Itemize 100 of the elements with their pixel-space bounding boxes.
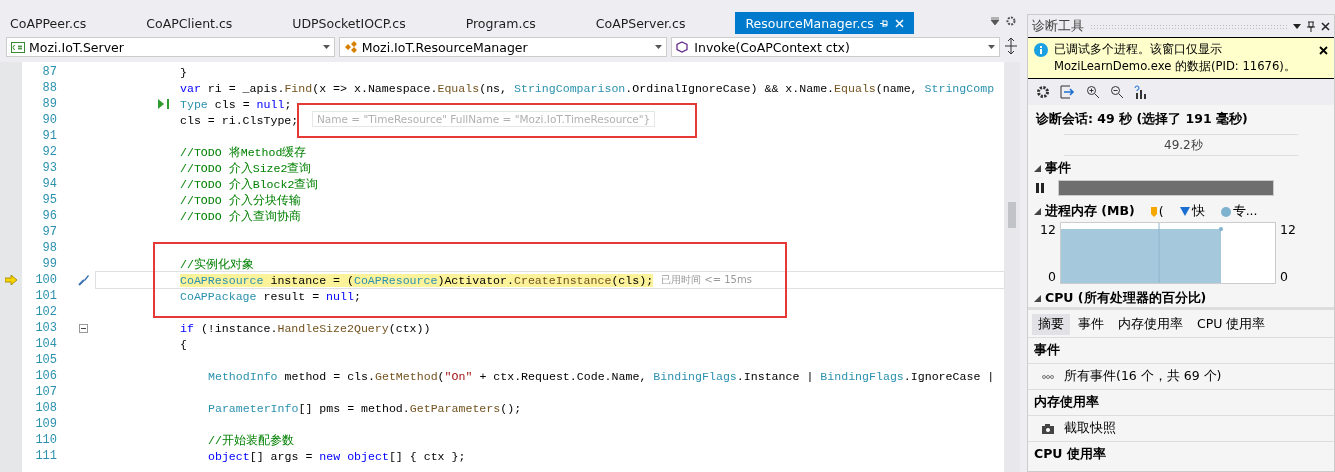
code-line: //TODO 介入分块传输 <box>180 192 301 208</box>
split-icon[interactable] <box>1004 37 1018 55</box>
info-icon <box>1034 43 1048 57</box>
code-line: //TODO 介入查询协商 <box>180 208 301 224</box>
export-icon[interactable] <box>1060 85 1076 99</box>
line-number: 87 <box>41 65 57 79</box>
expand-toggle-icon[interactable] <box>1034 165 1041 172</box>
line-number: 106 <box>34 369 57 383</box>
axis-label: 0 <box>1280 269 1288 284</box>
line-number: 92 <box>41 145 57 159</box>
csharp-project-icon <box>11 41 25 53</box>
line-number: 111 <box>34 449 57 463</box>
code-line: Type cls = null; <box>180 97 292 111</box>
code-line: CoAPPackage result = null; <box>180 289 361 303</box>
scrollbar[interactable] <box>1004 62 1020 472</box>
code-line: object[] args = new object[] { ctx }; <box>208 449 466 463</box>
line-number: 95 <box>41 193 57 207</box>
line-number: 101 <box>34 289 57 303</box>
section-title: 事件 <box>1045 160 1071 177</box>
legend-label: 快 <box>1191 203 1205 220</box>
summary-item[interactable]: 所有事件(16 个，共 69 个) <box>1028 363 1334 389</box>
method-icon <box>676 41 691 53</box>
panel-tab[interactable]: 摘要 <box>1032 314 1070 335</box>
line-number: 105 <box>34 353 57 367</box>
expand-toggle-icon[interactable] <box>1034 295 1041 302</box>
line-number: 104 <box>34 337 57 351</box>
line-number: 93 <box>41 161 57 175</box>
expand-toggle-icon[interactable] <box>1034 208 1041 215</box>
brush-icon <box>77 274 90 286</box>
line-number: 89 <box>41 97 57 111</box>
line-number: 97 <box>41 225 57 239</box>
line-number: 107 <box>34 385 57 399</box>
code-line: ParameterInfo[] pms = method.GetParameters(); <box>208 401 522 415</box>
code-line: MethodInfo method = cls.GetMethod("On" + ctx.Request.Code.Name, BindingFlags.Instance | BindingFlags.IgnoreCase | <box>208 369 995 383</box>
code-line: //TODO 介入Size2查询 <box>180 160 312 176</box>
document-tab[interactable]: CoAPClient.cs <box>136 12 243 34</box>
dropdown-icon[interactable] <box>990 16 1000 26</box>
panel-tab[interactable]: 事件 <box>1072 314 1110 335</box>
document-tab[interactable]: UDPSocketIOCP.cs <box>282 12 416 34</box>
panel-tab[interactable]: CPU 使用率 <box>1191 314 1272 335</box>
close-icon[interactable] <box>1321 21 1330 31</box>
pause-icon[interactable] <box>1036 183 1044 193</box>
panel-title: 诊断工具 <box>1032 17 1084 35</box>
axis-label: 0 <box>1048 269 1056 284</box>
events-icon <box>1042 373 1054 380</box>
info-message: 已调试多个进程。该窗口仅显示 <box>1054 41 1223 58</box>
line-number: 98 <box>41 241 57 255</box>
current-statement-arrow-icon <box>5 275 17 285</box>
timeline-ruler: 49.2秒 <box>1064 134 1298 156</box>
dropdown-icon[interactable] <box>1293 23 1301 29</box>
section-title: CPU (所有处理器的百分比) <box>1045 290 1207 307</box>
zoom-out-icon[interactable] <box>1110 85 1124 99</box>
code-line: //开始装配参数 <box>208 432 294 448</box>
zoom-in-icon[interactable] <box>1086 85 1100 99</box>
line-number: 88 <box>41 81 57 95</box>
caret-icon <box>988 45 995 49</box>
line-number: 99 <box>41 257 57 271</box>
line-number: 96 <box>41 209 57 223</box>
line-number: 90 <box>41 113 57 127</box>
section-heading: 内存使用率 <box>1028 389 1334 415</box>
line-number: 110 <box>34 433 57 447</box>
section-heading: 事件 <box>1028 337 1334 363</box>
line-number: 102 <box>34 305 57 319</box>
chart-help-icon[interactable] <box>1134 85 1148 99</box>
code-line: //实例化对象 <box>180 256 254 272</box>
code-line: var ri = _apis.Find(x => x.Namespace.Equals(ns, StringComparison.OrdinalIgnoreCase) && x.Name.Equals(name, StringComp <box>180 81 995 95</box>
settings-icon[interactable] <box>1036 85 1050 99</box>
line-number: 94 <box>41 177 57 191</box>
camera-icon <box>1042 423 1054 434</box>
caret-icon <box>655 45 663 49</box>
axis-label: 12 <box>1040 222 1056 237</box>
summary-item[interactable]: 截取快照 <box>1028 415 1334 441</box>
close-icon[interactable] <box>1319 46 1328 55</box>
legend-label: ( <box>1158 204 1164 219</box>
line-number: 100 <box>34 273 57 287</box>
navigation-dropdown[interactable]: Mozi.IoT.Server <box>6 37 335 57</box>
line-number: 91 <box>41 129 57 143</box>
code-line: //TODO 将Method缓存 <box>180 144 307 160</box>
navigation-dropdown[interactable]: Mozi.IoT.ResourceManager <box>338 37 668 57</box>
caret-icon <box>322 45 330 49</box>
run-to-click-icon[interactable] <box>158 99 170 109</box>
section-title: 进程内存 (MB) <box>1045 203 1135 220</box>
navigation-dropdown[interactable]: Invoke(CoAPContext ctx) <box>671 37 1000 57</box>
collapse-toggle-icon[interactable] <box>79 323 88 333</box>
code-line: if (!instance.HandleSize2Query(ctx)) <box>180 321 431 335</box>
pin-icon[interactable] <box>1307 20 1315 32</box>
panel-tab[interactable]: 内存使用率 <box>1112 314 1189 335</box>
document-tab[interactable]: CoAPServer.cs <box>585 12 696 34</box>
axis-label: 12 <box>1280 222 1296 237</box>
legend-label: 专... <box>1232 203 1258 220</box>
code-line: } <box>180 65 187 79</box>
settings-icon[interactable] <box>1006 16 1016 26</box>
code-line: cls = ri.ClsType; <box>180 113 299 127</box>
info-message: MoziLearnDemo.exe 的数据(PID: 11676)。 <box>1054 58 1297 75</box>
line-number: 109 <box>34 417 57 431</box>
document-tab[interactable]: Program.cs <box>455 12 546 34</box>
code-line: //TODO 介入Block2查询 <box>180 176 319 192</box>
class-icon <box>343 41 358 53</box>
section-heading: CPU 使用率 <box>1028 441 1334 467</box>
document-tab[interactable]: CoAPPeer.cs <box>0 12 97 34</box>
